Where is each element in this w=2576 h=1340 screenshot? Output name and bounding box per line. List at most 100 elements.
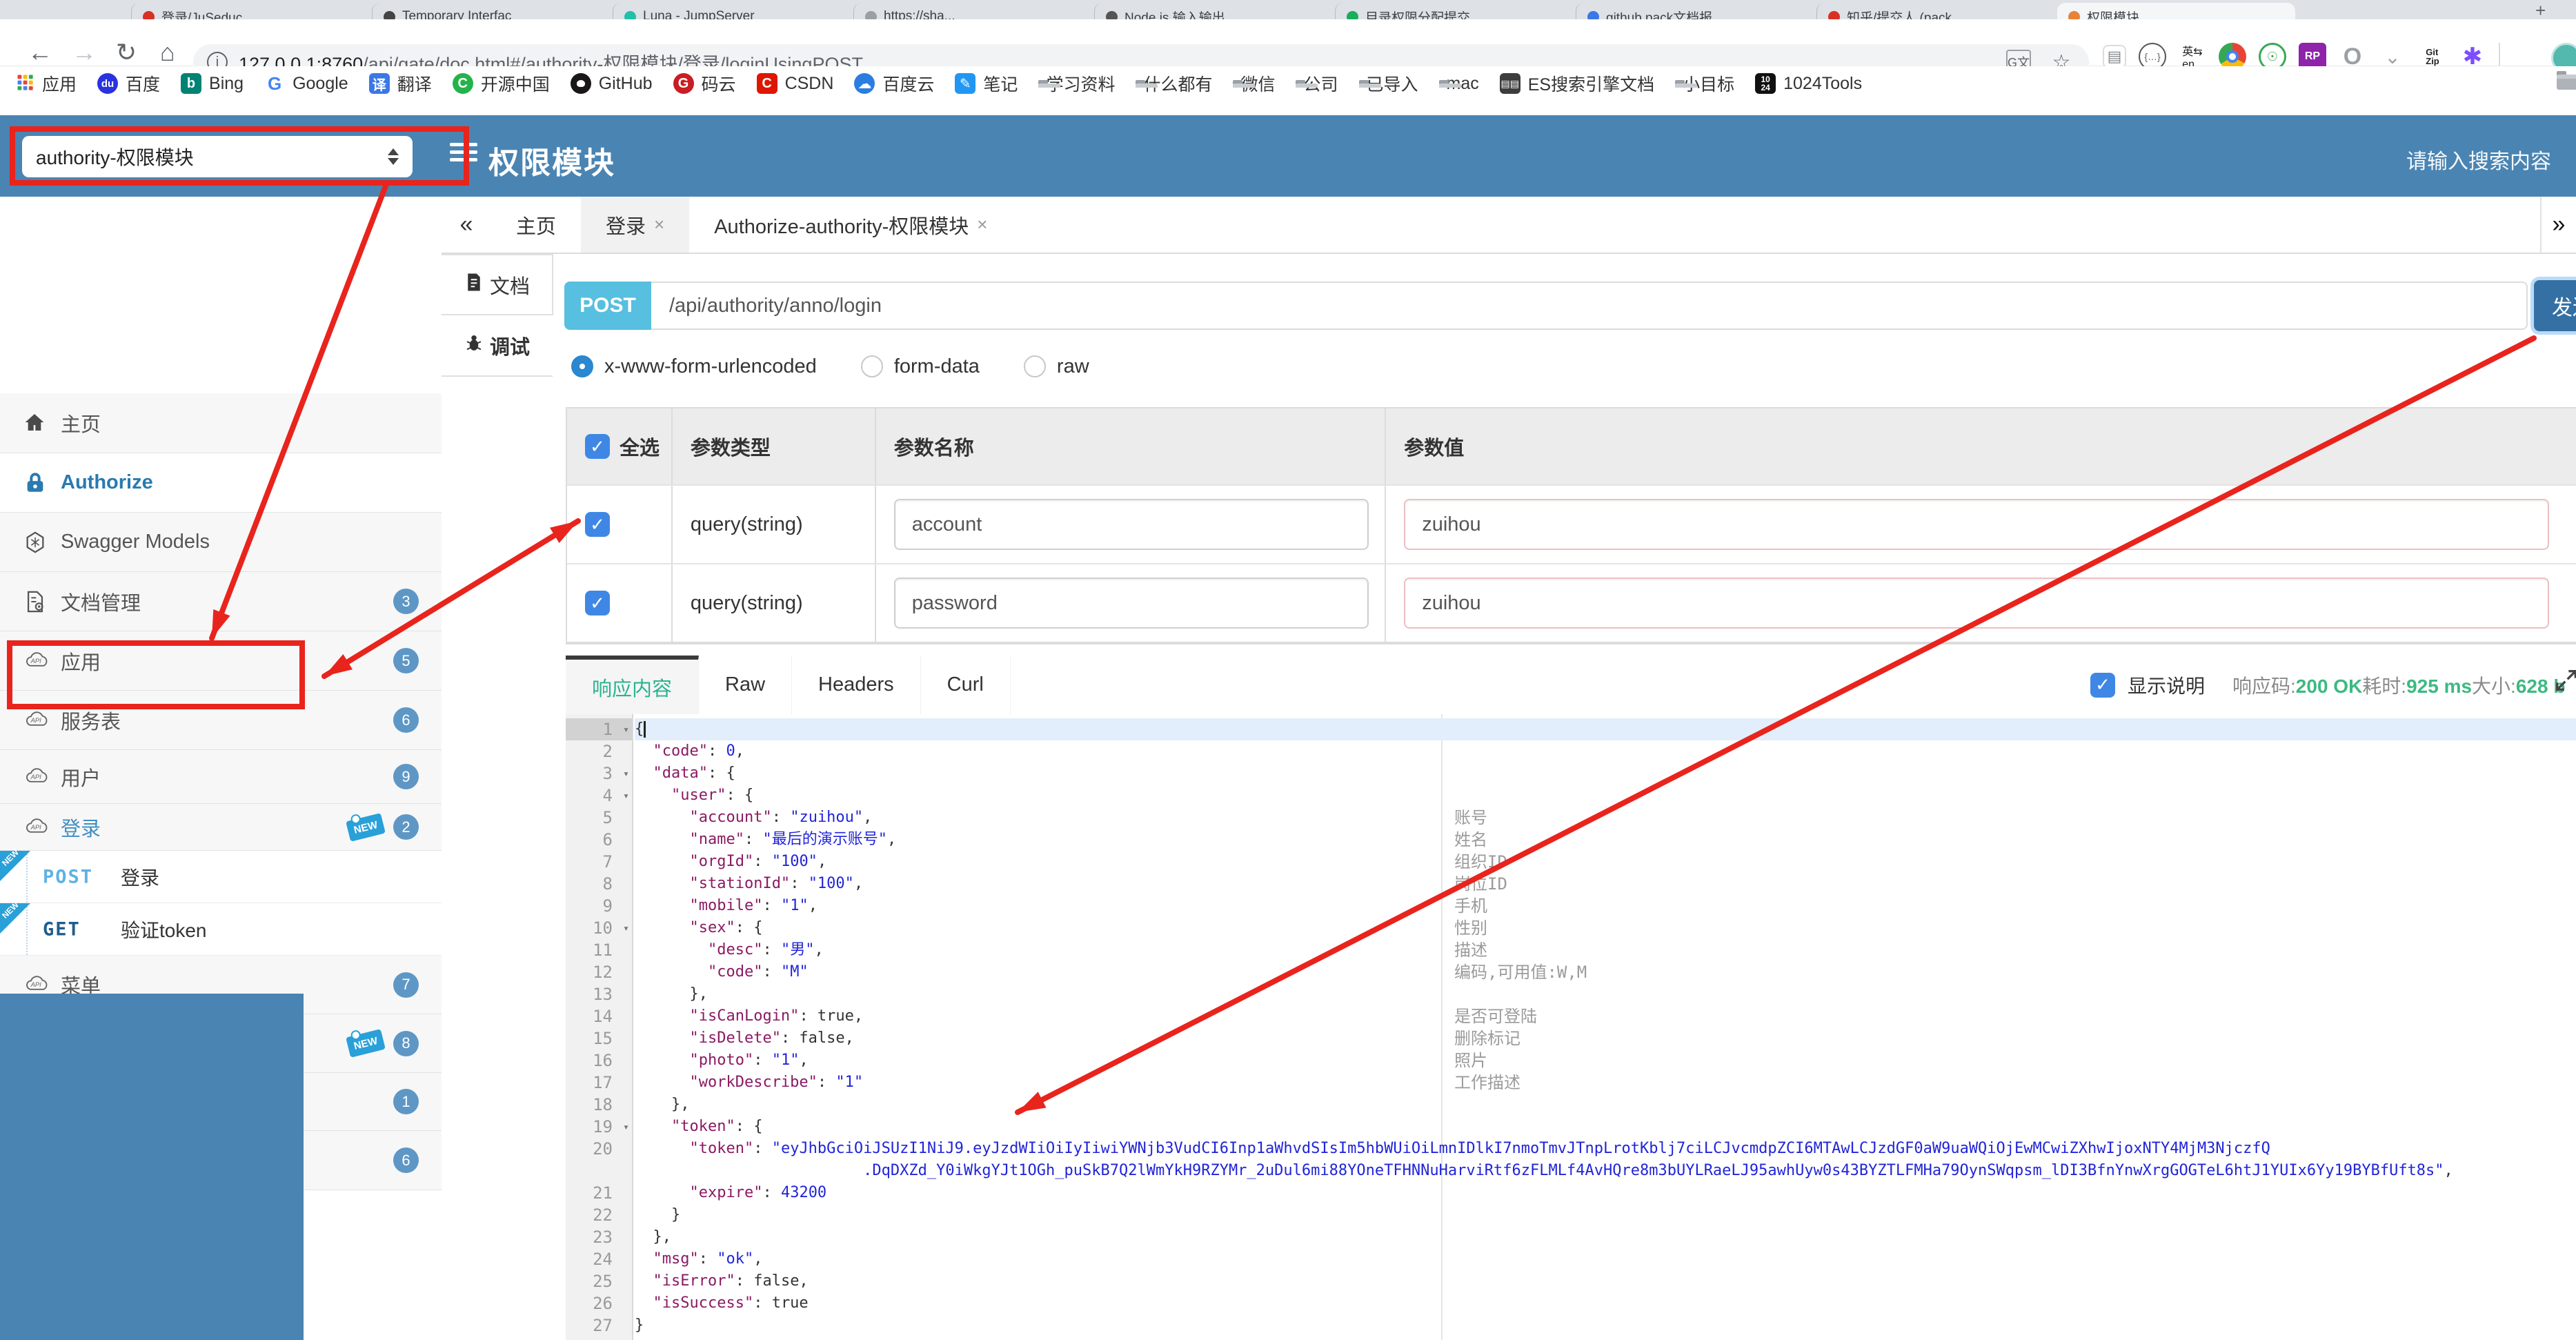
- sidebar-item-主页[interactable]: 主页: [0, 393, 442, 453]
- bookmark-item[interactable]: 小目标: [1675, 71, 1734, 96]
- sidebar-item-Swagger Models[interactable]: Swagger Models: [0, 513, 442, 572]
- forward-icon[interactable]: →: [72, 40, 97, 65]
- bookmark-item[interactable]: b Bing: [181, 73, 244, 94]
- browser-tab[interactable]: 权限模块: [2057, 3, 2295, 19]
- extension-grid-icon[interactable]: ▤: [2103, 45, 2126, 68]
- param-value-input[interactable]: zuihou: [1404, 578, 2550, 629]
- menu-hamburger-icon[interactable]: [450, 143, 477, 166]
- sidebar-op-get-验证token[interactable]: NEW GET 验证token: [0, 900, 442, 956]
- sidebar-op-post-登录[interactable]: NEW POST 登录: [0, 847, 442, 903]
- browser-tab[interactable]: https://sha...: [853, 3, 1091, 19]
- line-number[interactable]: 20: [566, 1138, 632, 1160]
- bookmark-item[interactable]: G 码云: [673, 71, 736, 96]
- side-tab-文档[interactable]: 文档: [442, 254, 553, 315]
- bookmark-item[interactable]: C CSDN: [756, 73, 833, 94]
- send-button[interactable]: 发送: [2534, 280, 2576, 331]
- close-tab-icon[interactable]: ×: [654, 214, 664, 235]
- line-number[interactable]: 4 ▾: [566, 785, 632, 807]
- browser-tab[interactable]: Node.js 输入输出: [1094, 3, 1332, 19]
- line-number[interactable]: 14: [566, 1005, 632, 1027]
- bookmark-item[interactable]: ▤▤ ES搜索引擎文档: [1499, 71, 1654, 96]
- line-number[interactable]: 18: [566, 1094, 632, 1116]
- line-number[interactable]: 16: [566, 1050, 632, 1072]
- line-number[interactable]: 6: [566, 829, 632, 851]
- endpoint-path-input[interactable]: /api/authority/anno/login: [651, 282, 2528, 330]
- body-type-form-data[interactable]: form-data: [860, 355, 1024, 378]
- line-number[interactable]: 21: [566, 1182, 632, 1204]
- line-number[interactable]: 1 ▾: [566, 718, 632, 740]
- param-name-input[interactable]: account: [893, 499, 1369, 550]
- sidebar-item-Authorize[interactable]: Authorize: [0, 453, 442, 513]
- bookmark-overflow-folder-icon[interactable]: [2557, 71, 2576, 90]
- content-tab-Authorize-authority-权限模块[interactable]: Authorize-authority-权限模块 ×: [689, 197, 1012, 253]
- bookmark-item[interactable]: 公司: [1296, 71, 1338, 96]
- fold-icon[interactable]: ▾: [623, 762, 629, 785]
- bookmark-item[interactable]: C 开源中国: [452, 71, 550, 96]
- bookmark-item[interactable]: 什么都有: [1136, 71, 1212, 96]
- line-number[interactable]: [566, 1160, 632, 1182]
- new-tab-icon[interactable]: +: [2535, 0, 2546, 19]
- fold-icon[interactable]: ▾: [623, 718, 629, 740]
- body-type-x-www-form-urlencoded[interactable]: x-www-form-urlencoded: [571, 355, 861, 378]
- radio-icon[interactable]: [860, 355, 883, 377]
- line-number[interactable]: 11: [566, 939, 632, 961]
- sidebar-item-用户[interactable]: API 用户 9: [0, 750, 442, 804]
- bookmark-item[interactable]: 10 24 1024Tools: [1755, 73, 1862, 94]
- browser-tab[interactable]: github pack文档报: [1576, 3, 1814, 19]
- response-tab-响应内容[interactable]: 响应内容: [566, 656, 700, 714]
- line-number[interactable]: 2: [566, 740, 632, 762]
- bookmark-item[interactable]: 已导入: [1359, 71, 1418, 96]
- line-number[interactable]: 17: [566, 1072, 632, 1094]
- browser-tab[interactable]: 目录权限分配提交: [1335, 3, 1573, 19]
- select-all-checkbox[interactable]: ✓: [585, 434, 610, 459]
- fold-icon[interactable]: ▾: [623, 785, 629, 807]
- line-number[interactable]: 15: [566, 1027, 632, 1050]
- sidebar-item-应用[interactable]: API 应用 5: [0, 631, 442, 691]
- line-number[interactable]: 8: [566, 873, 632, 895]
- line-number[interactable]: 25: [566, 1270, 632, 1292]
- bookmark-item[interactable]: du 百度: [97, 71, 160, 96]
- row-checkbox[interactable]: ✓: [585, 512, 610, 537]
- collapse-left-icon[interactable]: «: [442, 197, 491, 253]
- sidebar-item-服务表[interactable]: API 服务表 6: [0, 691, 442, 750]
- line-number[interactable]: 12: [566, 961, 632, 983]
- browser-tab[interactable]: 登录/JuSeduc: [131, 3, 369, 19]
- line-number[interactable]: 9: [566, 895, 632, 917]
- bookmark-item[interactable]: G Google: [264, 73, 348, 94]
- header-search-input[interactable]: 请输入搜索内容: [2406, 144, 2551, 175]
- close-tab-icon[interactable]: ×: [977, 214, 987, 235]
- sidebar-item-文档管理[interactable]: 文档管理 3: [0, 572, 442, 631]
- fold-icon[interactable]: ▾: [623, 1116, 629, 1138]
- line-number[interactable]: 5: [566, 807, 632, 829]
- param-value-input[interactable]: zuihou: [1404, 499, 2550, 550]
- line-number[interactable]: 13: [566, 983, 632, 1005]
- bookmark-item[interactable]: ✎ 笔记: [955, 71, 1018, 96]
- content-tab-主页[interactable]: 主页: [491, 197, 581, 253]
- module-select[interactable]: authority-权限模块: [22, 136, 413, 177]
- fold-icon[interactable]: ▾: [623, 917, 629, 939]
- line-number[interactable]: 26: [566, 1292, 632, 1314]
- back-icon[interactable]: ←: [28, 40, 52, 65]
- param-name-input[interactable]: password: [893, 578, 1369, 629]
- line-number[interactable]: 3 ▾: [566, 762, 632, 785]
- bookmark-item[interactable]: ☁ 百度云: [854, 71, 934, 96]
- response-tab-Curl[interactable]: Curl: [920, 656, 1011, 714]
- row-checkbox[interactable]: ✓: [585, 591, 610, 615]
- content-tab-登录[interactable]: 登录 ×: [581, 197, 690, 253]
- line-number[interactable]: 22: [566, 1204, 632, 1226]
- browser-tab[interactable]: Luna - JumpServer: [613, 3, 851, 19]
- reload-icon[interactable]: ↻: [116, 40, 137, 65]
- fullscreen-icon[interactable]: [2553, 667, 2576, 694]
- browser-tab[interactable]: Temporary Interfac: [372, 3, 610, 19]
- show-description-checkbox[interactable]: ✓: [2090, 672, 2115, 698]
- radio-icon[interactable]: [1023, 355, 1046, 377]
- line-number[interactable]: 23: [566, 1226, 632, 1248]
- line-number[interactable]: 7: [566, 851, 632, 873]
- body-type-raw[interactable]: raw: [1023, 355, 1133, 378]
- bookmark-item[interactable]: mac: [1439, 74, 1479, 94]
- bookmark-item[interactable]: GitHub: [570, 73, 653, 94]
- bookmark-item[interactable]: 应用: [15, 71, 77, 96]
- line-number[interactable]: 19 ▾: [566, 1116, 632, 1138]
- home-icon[interactable]: ⌂: [160, 40, 175, 65]
- line-number[interactable]: 24: [566, 1248, 632, 1270]
